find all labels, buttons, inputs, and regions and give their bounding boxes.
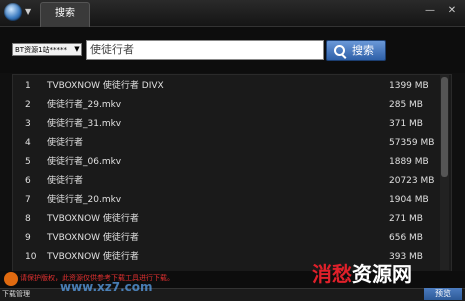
row-number: 7 <box>25 195 31 205</box>
list-item[interactable]: 6 使徒行者 20723 MB <box>13 172 441 191</box>
watermark-logo: 消愁资源网 <box>312 258 412 287</box>
row-number: 4 <box>25 138 31 148</box>
file-size: 271 MB <box>389 214 423 224</box>
file-name: 使徒行者 <box>47 138 84 148</box>
watermark-logo-suffix: 资源网 <box>352 262 412 286</box>
file-size: 20723 MB <box>389 176 435 186</box>
row-number: 8 <box>25 214 31 224</box>
search-input[interactable]: 使徒行者 <box>86 40 324 60</box>
file-name: TVBOXNOW 使徒行者 <box>47 214 139 224</box>
list-item[interactable]: 9 TVBOXNOW 使徒行者 656 MB <box>13 229 441 248</box>
menu-dropdown-icon[interactable]: ▼ <box>25 7 31 16</box>
list-item[interactable]: 1 TVBOXNOW 使徒行者 DIVX 1399 MB <box>13 77 441 96</box>
row-number: 5 <box>25 157 31 167</box>
chevron-down-icon[interactable]: ▼ <box>72 43 82 56</box>
row-number: 6 <box>25 176 31 186</box>
row-number: 3 <box>25 119 31 129</box>
warning-icon <box>4 272 18 286</box>
file-name: 使徒行者_29.mkv <box>47 100 122 110</box>
file-name: 使徒行者_31.mkv <box>47 119 122 129</box>
row-number: 10 <box>25 252 37 262</box>
preview-button[interactable]: 预览 <box>424 288 462 300</box>
list-item[interactable]: 8 TVBOXNOW 使徒行者 271 MB <box>13 210 441 229</box>
list-item[interactable]: 7 使徒行者_20.mkv 1904 MB <box>13 191 441 210</box>
file-size: 57359 MB <box>389 138 435 148</box>
file-name: TVBOXNOW 使徒行者 <box>47 252 139 262</box>
scrollbar-thumb[interactable] <box>441 77 448 177</box>
list-item[interactable]: 2 使徒行者_29.mkv 285 MB <box>13 96 441 115</box>
file-size: 1889 MB <box>389 157 429 167</box>
file-name: 使徒行者_20.mkv <box>47 195 122 205</box>
list-item[interactable]: 5 使徒行者_06.mkv 1889 MB <box>13 153 441 172</box>
app-logo-icon[interactable] <box>4 3 22 21</box>
file-size: 656 MB <box>389 233 423 243</box>
results-scrollbar[interactable] <box>440 75 449 270</box>
list-item[interactable]: 4 使徒行者 57359 MB <box>13 134 441 153</box>
file-name: 使徒行者_06.mkv <box>47 157 122 167</box>
close-button[interactable]: ✕ <box>445 5 459 17</box>
row-number: 9 <box>25 233 31 243</box>
row-number: 2 <box>25 100 31 110</box>
file-name: 使徒行者 <box>47 176 84 186</box>
minimize-button[interactable]: — <box>423 5 437 17</box>
file-size: 285 MB <box>389 100 423 110</box>
row-number: 1 <box>25 81 31 91</box>
title-bar: ▼ 搜索 — ✕ <box>0 0 465 27</box>
file-size: 1399 MB <box>389 81 429 91</box>
search-button[interactable]: 搜索 <box>326 40 386 61</box>
search-button-label: 搜索 <box>352 44 374 57</box>
file-name: TVBOXNOW 使徒行者 DIVX <box>47 81 164 91</box>
file-size: 1904 MB <box>389 195 429 205</box>
results-list: 1 TVBOXNOW 使徒行者 DIVX 1399 MB 2 使徒行者_29.m… <box>12 74 452 272</box>
watermark-logo-prefix: 消愁 <box>312 262 352 286</box>
tab-search[interactable]: 搜索 <box>40 2 90 27</box>
watermark-url: www.xz7.com <box>60 280 153 294</box>
download-manager-link[interactable]: 下载管理 <box>2 288 30 300</box>
search-icon <box>334 45 345 56</box>
file-name: TVBOXNOW 使徒行者 <box>47 233 139 243</box>
list-item[interactable]: 3 使徒行者_31.mkv 371 MB <box>13 115 441 134</box>
file-size: 371 MB <box>389 119 423 129</box>
